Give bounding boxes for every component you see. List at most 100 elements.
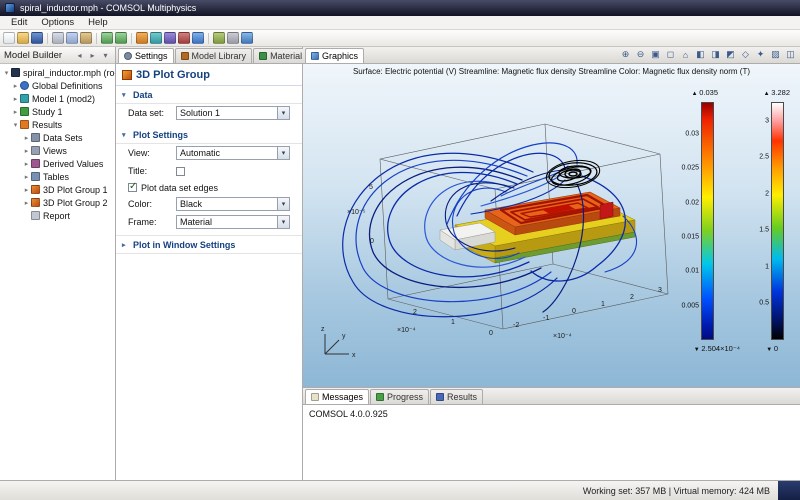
view-zx-icon[interactable] bbox=[724, 48, 737, 61]
expander-icon[interactable] bbox=[22, 173, 31, 181]
menu-options[interactable]: Options bbox=[34, 16, 81, 29]
frame-label: Frame: bbox=[128, 217, 157, 227]
section-data[interactable]: Data bbox=[116, 86, 302, 104]
title-bar[interactable]: spiral_inductor.mph - COMSOL Multiphysic… bbox=[0, 0, 800, 16]
toolbar-separator bbox=[208, 32, 209, 44]
section-title: Data bbox=[133, 90, 153, 100]
zoom-out-icon[interactable] bbox=[634, 48, 647, 61]
settings-body: 3D Plot Group Data Data set: Solution 1 … bbox=[116, 64, 302, 480]
svg-text:0: 0 bbox=[370, 238, 374, 245]
data-set-select[interactable]: Solution 1 bbox=[176, 106, 290, 120]
tree-item-views[interactable]: Views bbox=[0, 144, 115, 157]
expander-icon[interactable] bbox=[11, 108, 20, 116]
tree-item-study-1[interactable]: Study 1 bbox=[0, 105, 115, 118]
study-icon[interactable] bbox=[178, 32, 190, 44]
plot-area[interactable]: Surface: Electric potential (V) Streamli… bbox=[303, 64, 800, 387]
view-select[interactable]: Automatic bbox=[176, 146, 290, 160]
tab-settings[interactable]: Settings bbox=[118, 48, 174, 63]
app-icon bbox=[5, 3, 15, 13]
book-icon bbox=[180, 52, 189, 60]
copy-icon[interactable] bbox=[66, 32, 78, 44]
cut-icon[interactable] bbox=[52, 32, 64, 44]
expander-icon[interactable] bbox=[22, 160, 31, 168]
compute-icon[interactable] bbox=[164, 32, 176, 44]
save-icon[interactable] bbox=[31, 32, 43, 44]
frame-select[interactable]: Material bbox=[176, 215, 290, 229]
scene-light-icon[interactable] bbox=[754, 48, 767, 61]
view-yz-icon[interactable] bbox=[709, 48, 722, 61]
help-icon[interactable] bbox=[241, 32, 253, 44]
title-checkbox[interactable] bbox=[176, 166, 185, 176]
streamline-colorbar-tick: 3 bbox=[765, 117, 769, 125]
model-builder-title: Model Builder bbox=[4, 49, 63, 61]
section-expander-icon bbox=[122, 241, 130, 249]
graphics-panel: Graphics ⊕ ⊖ ▣ ◻ ⌂ ◧ ◨ ◩ ◇ ✦ ▨ ◫ Surface… bbox=[303, 47, 800, 388]
view-xy-icon[interactable] bbox=[694, 48, 707, 61]
tree-item-3d-plot-group-1[interactable]: 3D Plot Group 1 bbox=[0, 183, 115, 196]
tab-messages[interactable]: Messages bbox=[305, 389, 370, 404]
tree-item-label: 3D Plot Group 1 bbox=[43, 184, 108, 195]
tab-graphics[interactable]: Graphics bbox=[305, 48, 365, 63]
image-icon[interactable] bbox=[227, 32, 239, 44]
svg-text:×10⁻⁴: ×10⁻⁴ bbox=[553, 333, 572, 340]
tree-item-report[interactable]: Report bbox=[0, 209, 115, 222]
surface-colorbar-min: 2.504×10⁻⁴ bbox=[694, 344, 740, 353]
color-row: Color: Black bbox=[116, 195, 302, 213]
plot-icon[interactable] bbox=[192, 32, 204, 44]
status-bar: Working set: 357 MB | Virtual memory: 42… bbox=[0, 480, 800, 500]
section-plot-settings[interactable]: Plot Settings bbox=[116, 126, 302, 144]
default-view-icon[interactable] bbox=[679, 48, 692, 61]
tree-item-tables[interactable]: Tables bbox=[0, 170, 115, 183]
paste-icon[interactable] bbox=[80, 32, 92, 44]
perspective-icon[interactable] bbox=[739, 48, 752, 61]
tree-item-global-definitions[interactable]: Global Definitions bbox=[0, 79, 115, 92]
undo-icon[interactable] bbox=[101, 32, 113, 44]
mesh-icon[interactable] bbox=[150, 32, 162, 44]
tab-results[interactable]: Results bbox=[430, 389, 484, 404]
tree-item-results[interactable]: Results bbox=[0, 118, 115, 131]
bottom-tab-row: Messages Progress Results bbox=[303, 388, 800, 405]
expander-icon[interactable] bbox=[22, 186, 31, 194]
plot-edges-checkbox[interactable] bbox=[128, 181, 137, 192]
expander-icon[interactable] bbox=[11, 82, 20, 90]
messages-content[interactable]: COMSOL 4.0.0.925 bbox=[303, 405, 800, 480]
zoom-extents-icon[interactable] bbox=[213, 32, 225, 44]
tree-item-data-sets[interactable]: Data Sets bbox=[0, 131, 115, 144]
main-area: Model Builder ◂ ▸ ▾ spiral_inductor.mph … bbox=[0, 47, 800, 480]
tab-model-library[interactable]: Model Library bbox=[174, 48, 253, 63]
streamline-colorbar-tick: 0.5 bbox=[759, 299, 769, 307]
forward-icon[interactable]: ▸ bbox=[87, 50, 98, 61]
open-icon[interactable] bbox=[17, 32, 29, 44]
tree-item-derived-values[interactable]: Derived Values bbox=[0, 157, 115, 170]
menu-edit[interactable]: Edit bbox=[4, 16, 34, 29]
menu-help[interactable]: Help bbox=[81, 16, 115, 29]
expander-icon[interactable] bbox=[22, 147, 31, 155]
transparency-icon[interactable] bbox=[769, 48, 782, 61]
tree-item-model-1[interactable]: Model 1 (mod2) bbox=[0, 92, 115, 105]
new-icon[interactable] bbox=[3, 32, 15, 44]
expander-icon[interactable] bbox=[22, 134, 31, 142]
zoom-box-icon[interactable] bbox=[664, 48, 677, 61]
view-value: Automatic bbox=[180, 148, 221, 158]
view-menu-icon[interactable]: ▾ bbox=[100, 50, 111, 61]
tab-progress[interactable]: Progress bbox=[370, 389, 430, 404]
section-plot-in-window[interactable]: Plot in Window Settings bbox=[116, 235, 302, 254]
snapshot-icon[interactable] bbox=[784, 48, 797, 61]
color-select[interactable]: Black bbox=[176, 197, 290, 211]
expander-icon[interactable] bbox=[11, 95, 20, 103]
tree-item-label: Views bbox=[43, 145, 67, 156]
coordinate-triad: z x y bbox=[321, 326, 356, 359]
expander-icon[interactable] bbox=[2, 69, 11, 77]
expander-icon[interactable] bbox=[22, 199, 31, 207]
redo-icon[interactable] bbox=[115, 32, 127, 44]
plot-3d-scene[interactable]: -2 -1 0 1 2 3 ×10⁻⁴ 2 1 0 ×10⁻⁴ 5 ×10⁻⁵ … bbox=[305, 80, 710, 378]
tree-item-3d-plot-group-2[interactable]: 3D Plot Group 2 bbox=[0, 196, 115, 209]
zoom-in-icon[interactable] bbox=[619, 48, 632, 61]
section-expander-icon bbox=[122, 131, 130, 139]
expander-icon[interactable] bbox=[11, 121, 20, 129]
geometry-icon[interactable] bbox=[136, 32, 148, 44]
tree-item-root[interactable]: spiral_inductor.mph (root) bbox=[0, 66, 115, 79]
zoom-extents-icon[interactable] bbox=[649, 48, 662, 61]
back-icon[interactable]: ◂ bbox=[74, 50, 85, 61]
streamline-colorbar bbox=[771, 102, 784, 340]
